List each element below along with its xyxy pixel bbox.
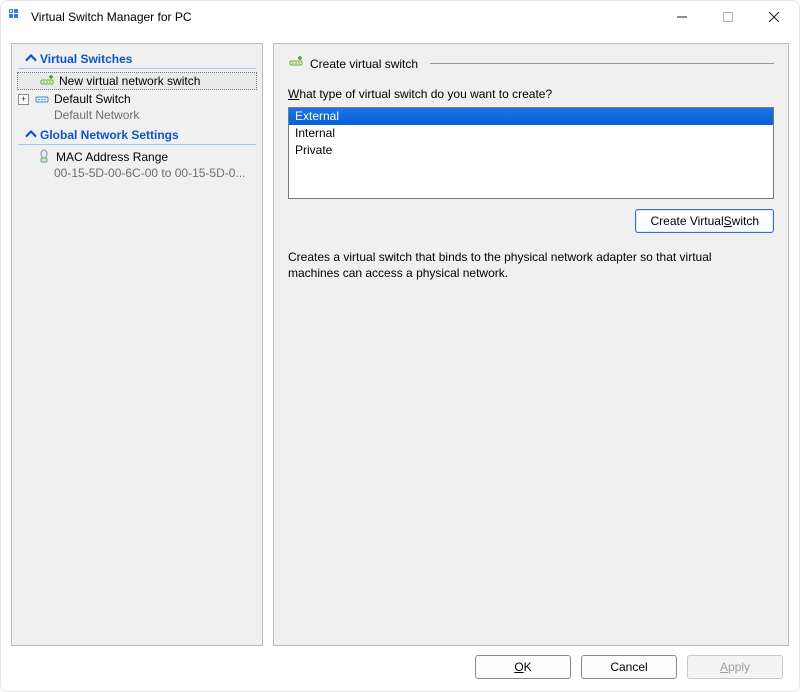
- window-title: Virtual Switch Manager for PC: [31, 10, 192, 24]
- window-frame: Virtual Switch Manager for PC: [0, 0, 800, 692]
- main-header-label: Create virtual switch: [310, 57, 418, 71]
- switch-type-listbox[interactable]: External Internal Private: [288, 107, 774, 199]
- maximize-button[interactable]: [705, 1, 751, 33]
- divider: [430, 63, 774, 64]
- window-controls: [659, 1, 797, 33]
- cancel-button[interactable]: Cancel: [581, 655, 677, 679]
- sidebar-section-label: Virtual Switches: [40, 52, 132, 66]
- dialog-buttons: OK Cancel Apply: [11, 646, 789, 681]
- sidebar-section-virtual-switches[interactable]: Virtual Switches: [18, 50, 256, 69]
- tree-item-sublabel: Default Network: [14, 108, 260, 124]
- client-area: Virtual Switches New virtual network swi…: [1, 33, 799, 691]
- option-external[interactable]: External: [289, 108, 773, 125]
- sidebar-item-mac-range[interactable]: MAC Address Range: [14, 148, 260, 166]
- expand-icon[interactable]: +: [18, 94, 29, 105]
- option-internal[interactable]: Internal: [289, 125, 773, 142]
- switch-add-icon: [288, 54, 304, 73]
- main-panel: Create virtual switch What type of virtu…: [273, 43, 789, 646]
- minimize-button[interactable]: [659, 1, 705, 33]
- create-virtual-switch-button[interactable]: Create Virtual Switch: [635, 209, 774, 233]
- main-header: Create virtual switch: [288, 54, 774, 73]
- mac-icon: [36, 149, 52, 165]
- option-private[interactable]: Private: [289, 142, 773, 159]
- apply-button[interactable]: Apply: [687, 655, 783, 679]
- tree-item-label: New virtual network switch: [59, 74, 200, 88]
- close-button[interactable]: [751, 1, 797, 33]
- sidebar-item-new-virtual-switch[interactable]: New virtual network switch: [17, 72, 257, 90]
- tree-item-sublabel: 00-15-5D-00-6C-00 to 00-15-5D-0...: [14, 166, 260, 182]
- tree-item-label: MAC Address Range: [56, 150, 168, 164]
- description-text: Creates a virtual switch that binds to t…: [288, 249, 758, 281]
- panels: Virtual Switches New virtual network swi…: [11, 43, 789, 646]
- sidebar-section-global-network[interactable]: Global Network Settings: [18, 126, 256, 145]
- sidebar-section-label: Global Network Settings: [40, 128, 179, 142]
- switch-icon: [34, 91, 50, 107]
- collapse-icon: [24, 53, 38, 65]
- title-bar: Virtual Switch Manager for PC: [1, 1, 799, 33]
- switch-add-icon: [39, 73, 55, 89]
- sidebar-item-default-switch[interactable]: + Default Switch: [14, 90, 260, 108]
- ok-button[interactable]: OK: [475, 655, 571, 679]
- tree-item-label: Default Switch: [54, 92, 131, 106]
- sidebar: Virtual Switches New virtual network swi…: [11, 43, 263, 646]
- app-icon: [9, 9, 25, 25]
- prompt-text: What type of virtual switch do you want …: [288, 87, 774, 101]
- collapse-icon: [24, 129, 38, 141]
